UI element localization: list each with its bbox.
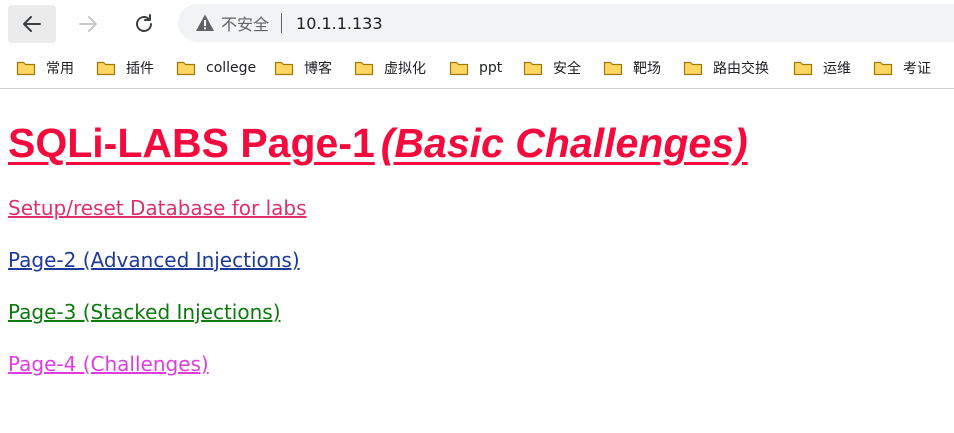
address-bar[interactable]: 不安全 10.1.1.133 [178,4,954,42]
page-content: SQLi-LABS Page-1 (Basic Challenges) Setup… [8,89,954,433]
bookmark-folder[interactable]: 插件 [96,56,154,80]
forward-arrow-icon [79,16,97,32]
bookmarks-bar: 常用 插件 college 博客 虚拟化 ppt 安全 靶场 路由交换 运维 考… [0,48,954,89]
bookmark-label: 考证 [903,61,931,77]
bookmark-label: 路由交换 [713,61,769,77]
bookmark-folder[interactable]: 博客 [274,56,332,80]
folder-icon [683,60,703,76]
bookmark-folder[interactable]: 常用 [16,56,74,80]
page-title[interactable]: SQLi-LABS Page-1 (Basic Challenges) [8,119,748,167]
bookmark-label: 插件 [126,61,154,77]
back-arrow-icon [23,16,41,32]
bookmark-label: 运维 [823,61,851,77]
bookmark-label: ppt [479,60,503,76]
bookmark-folder[interactable]: 安全 [523,56,581,80]
folder-icon [793,60,813,76]
security-status-label[interactable]: 不安全 [221,11,269,35]
bookmark-label: 虚拟化 [384,61,426,77]
folder-icon [449,60,469,76]
address-separator [281,13,283,33]
bookmark-folder[interactable]: 虚拟化 [354,56,426,80]
folder-icon [603,60,623,76]
back-button[interactable] [8,5,56,43]
page-title-subtitle: (Basic Challenges) [380,120,748,166]
warning-icon[interactable] [195,13,215,33]
setup-database-link[interactable]: Setup/reset Database for labs [8,195,307,221]
bookmark-label: 靶场 [633,61,661,77]
folder-icon [523,60,543,76]
page-4-link[interactable]: Page-4 (Challenges) [8,351,209,377]
page-title-main: SQLi-LABS Page-1 [8,120,375,166]
bookmark-label: college [206,60,257,76]
bookmark-folder[interactable]: 运维 [793,56,851,80]
forward-button[interactable] [64,5,112,43]
folder-icon [873,60,893,76]
page-2-link[interactable]: Page-2 (Advanced Injections) [8,247,300,273]
bookmark-folder[interactable]: ppt [449,56,502,80]
bookmark-folder[interactable]: 靶场 [603,56,661,80]
folder-icon [274,60,294,76]
bookmark-folder[interactable]: 考证 [873,56,931,80]
bookmark-label: 常用 [46,61,74,77]
folder-icon [176,60,196,76]
bookmark-label: 博客 [304,61,332,77]
url-text[interactable]: 10.1.1.133 [296,14,383,33]
reload-icon [136,14,152,32]
bookmark-folder[interactable]: 路由交换 [683,56,769,80]
bookmark-folder[interactable]: college [176,56,256,80]
bookmark-label: 安全 [553,61,581,77]
page-3-link[interactable]: Page-3 (Stacked Injections) [8,299,281,325]
folder-icon [96,60,116,76]
folder-icon [16,60,36,76]
folder-icon [354,60,374,76]
reload-button[interactable] [120,5,168,43]
browser-toolbar: 不安全 10.1.1.133 [0,0,954,48]
